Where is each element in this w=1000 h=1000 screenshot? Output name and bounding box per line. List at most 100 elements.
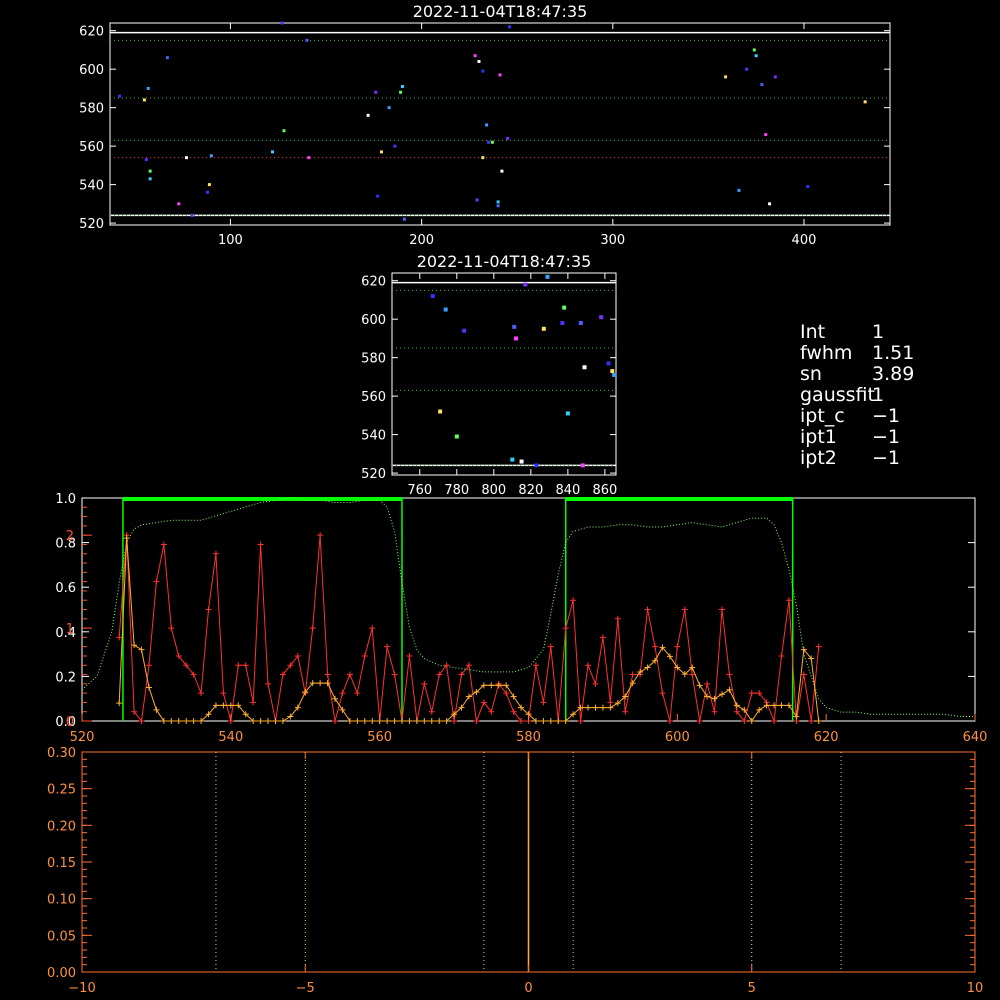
mid-scatter-point xyxy=(534,463,539,468)
stat-fwhm: fwhm 1.51 xyxy=(800,343,914,364)
top-scatter-point xyxy=(209,154,213,158)
top-scatter-point xyxy=(487,140,491,144)
red-series-point xyxy=(473,718,480,724)
red-series-point xyxy=(674,643,681,650)
mid-scatter-xtick-label: 840 xyxy=(555,483,580,498)
profile-xtick-label: 520 xyxy=(70,730,95,745)
profile-ytick-label: 0.2 xyxy=(55,670,76,685)
red-series-point xyxy=(592,680,599,687)
orange-series-point xyxy=(183,718,190,724)
mid-scatter-xtick-label: 820 xyxy=(518,483,543,498)
red-series-point xyxy=(324,671,331,678)
top-scatter-point xyxy=(752,48,756,52)
top-scatter-point xyxy=(508,25,512,29)
orange-series-point xyxy=(592,704,599,711)
top-scatter-point xyxy=(282,129,286,133)
top-scatter-point xyxy=(177,202,181,206)
stat-int: Int 1 xyxy=(800,322,914,343)
orange-series-point xyxy=(748,718,755,724)
stat-ipt1-key: ipt1 xyxy=(800,426,837,448)
red-series-point xyxy=(205,606,212,613)
mid-scatter-point xyxy=(512,324,517,329)
orange-series-point xyxy=(398,718,405,724)
orange-series-point xyxy=(220,702,227,709)
top-scatter-ytick-label: 580 xyxy=(79,102,104,117)
red-series-point xyxy=(644,606,651,613)
top-scatter-point xyxy=(481,69,485,73)
orange-series-point xyxy=(785,702,792,709)
offset-ytick-label: 0.15 xyxy=(47,856,76,871)
stat-sn: sn 3.89 xyxy=(800,364,914,385)
top-scatter-point xyxy=(118,94,122,98)
red-series-point xyxy=(257,541,264,548)
red-series-point xyxy=(406,652,413,659)
orange-series-point xyxy=(346,718,353,724)
profile-frame xyxy=(81,497,976,722)
mid-scatter-point xyxy=(541,326,546,331)
top-scatter-point xyxy=(206,190,209,194)
top-scatter-point xyxy=(768,202,772,206)
top-scatter-point xyxy=(473,54,477,58)
profile-xtick-label: 560 xyxy=(367,730,392,745)
orange-series-point xyxy=(421,718,428,724)
orange-series-point xyxy=(354,718,361,724)
mid-scatter-frame xyxy=(391,272,617,476)
top-scatter-point xyxy=(379,150,383,154)
red-series-point xyxy=(547,643,554,650)
profile-xtick-label: 600 xyxy=(665,730,690,745)
red-series-point xyxy=(785,597,792,604)
top-scatter-point xyxy=(376,194,380,198)
mid-scatter-point xyxy=(599,315,604,320)
red-series-point xyxy=(570,597,577,604)
red-series-point xyxy=(168,625,175,632)
top-scatter-point xyxy=(165,56,169,60)
mid-scatter-point xyxy=(523,282,528,287)
orange-series-point xyxy=(711,695,718,702)
mid-scatter-ytick-label: 540 xyxy=(361,429,386,444)
top-scatter-point xyxy=(506,136,510,140)
red-series-point xyxy=(354,690,361,697)
top-scatter-ytick-label: 520 xyxy=(79,217,104,232)
red-series-point xyxy=(718,606,725,613)
stat-ipt2-value: −1 xyxy=(872,447,901,469)
red-series-point xyxy=(562,625,569,632)
red-series-point xyxy=(265,680,272,687)
mid-scatter-point xyxy=(562,305,567,310)
red-series-point xyxy=(242,662,249,669)
top-scatter-point xyxy=(496,200,500,204)
offset-ytick-label: 0.20 xyxy=(47,819,76,834)
orange-series-point xyxy=(555,718,562,724)
top-scatter-point xyxy=(305,38,309,42)
stat-ipt-c-key: ipt_c xyxy=(800,405,845,427)
red-series-point xyxy=(384,643,391,650)
mid-scatter-point xyxy=(545,274,550,279)
red-series-point xyxy=(250,699,257,706)
top-scatter-panel: 100 200 300 400 520 540 560 580 600 620 2022-11-04… xyxy=(79,2,891,248)
profile-ytick-label: 0.6 xyxy=(55,581,76,596)
top-scatter-point xyxy=(146,86,150,90)
orange-series-point xyxy=(138,646,145,653)
orange-series-point xyxy=(413,718,420,724)
top-scatter-point xyxy=(142,98,146,102)
top-scatter-xtick-label: 200 xyxy=(409,233,434,248)
plot-canvas: 100 200 300 4005205405605806006202022-11-04… xyxy=(47,2,987,996)
offset-chart: −10 −5 0 5 10 0.00 0.05 0.10 0.15 0.20 0.25 0.30 xyxy=(47,746,983,996)
top-scatter-point xyxy=(760,83,764,87)
orange-series-point xyxy=(123,535,130,542)
top-scatter-point xyxy=(863,100,867,104)
offset-ytick-label: 0.25 xyxy=(47,783,76,798)
mid-scatter-ytick-label: 600 xyxy=(361,313,386,328)
red-series-point xyxy=(696,718,703,724)
mid-scatter-xtick-label: 860 xyxy=(592,483,617,498)
top-scatter-xtick-label: 400 xyxy=(792,233,817,248)
profile-xtick-label: 580 xyxy=(516,730,541,745)
red-series-point xyxy=(808,718,815,724)
stat-sn-value: 3.89 xyxy=(872,363,915,385)
mid-scatter-point xyxy=(430,294,435,299)
red-series-point xyxy=(317,532,324,539)
orange-series-point xyxy=(272,718,279,724)
profile-ytick-label: 1.0 xyxy=(55,492,76,507)
orange-series-point xyxy=(547,718,554,724)
top-scatter-point xyxy=(477,59,481,63)
mid-scatter-point xyxy=(454,434,459,439)
